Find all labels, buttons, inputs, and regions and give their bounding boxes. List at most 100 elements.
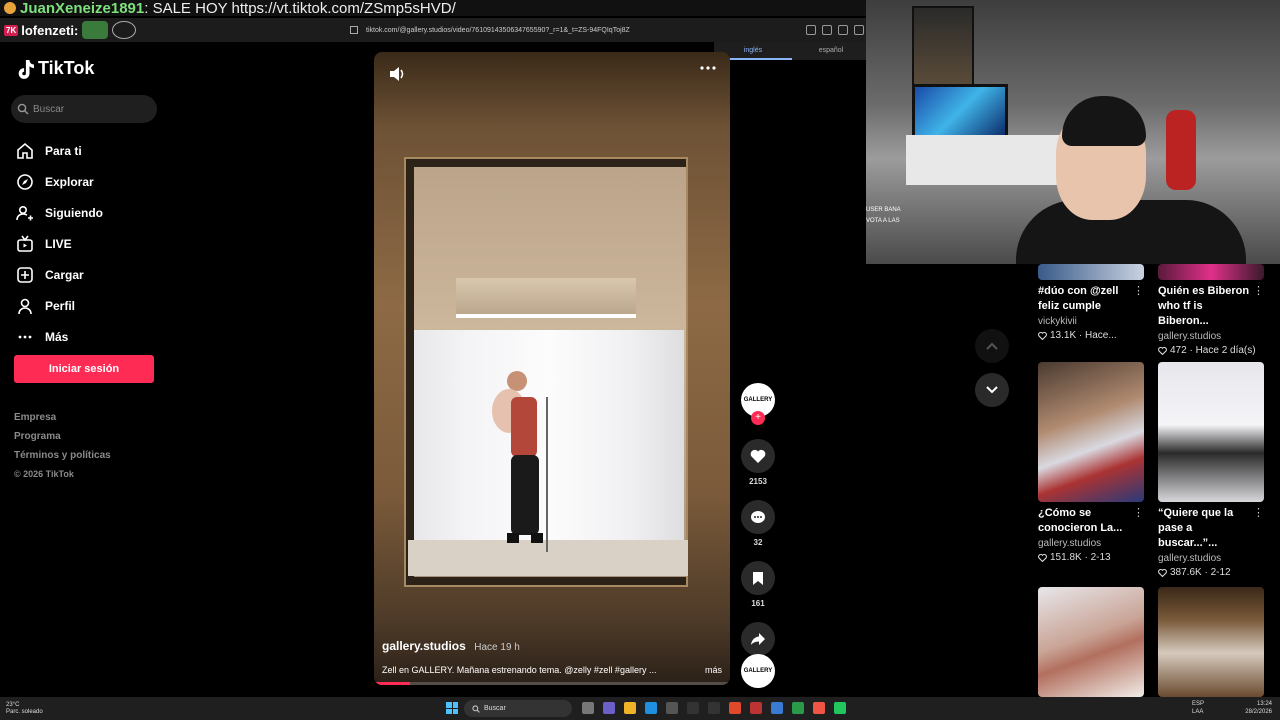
volume-icon[interactable] [388,66,406,82]
profile-icon [18,298,32,314]
nav-item-live[interactable]: LIVE [16,228,103,259]
zoom-icon[interactable] [822,25,832,35]
translate-to-tab[interactable]: español [792,42,870,60]
related-video-card[interactable]: ¿Cómo se conocieron La... ⋮ gallery.stud… [1038,362,1154,563]
tiktok-logo-icon [18,59,34,79]
card-more-icon[interactable]: ⋮ [1253,506,1264,519]
video-player[interactable]: gallery.studios Hace 19 h Zell en GALLER… [374,52,730,685]
like-button[interactable] [741,439,775,473]
browser-address-bar: 7K lofenzeti: tiktok.com/@gallery.studio… [0,18,870,42]
emote-icon [82,21,109,39]
more-icon [18,335,32,338]
follow-plus-icon[interactable]: + [751,411,765,425]
footer-link-programa[interactable]: Programa [14,431,111,450]
streamer-name: lofenzeti: [21,22,79,38]
weather-widget[interactable]: 23°C Parc. soleado [0,702,80,716]
taskbar-search[interactable]: Buscar [464,700,572,717]
login-button[interactable]: Iniciar sesión [14,355,154,383]
chevron-down-icon [986,386,998,394]
app-icon[interactable] [687,702,699,714]
sidebar: TikTok Buscar Para ti Explorar Siguiendo… [0,42,180,692]
nav-item-cargar[interactable]: Cargar [16,259,103,290]
heart-outline-icon [1038,553,1047,562]
video-author[interactable]: gallery.studios [382,639,466,653]
related-video-card[interactable]: “Quiere que la pase a buscar...”... ⋮ ga… [1158,362,1274,578]
video-thumbnail[interactable] [1158,587,1264,697]
nav-item-siguiendo[interactable]: Siguiendo [16,197,103,228]
nav-item-perfil[interactable]: Perfil [16,290,103,321]
card-more-icon[interactable]: ⋮ [1253,284,1264,297]
footer-links: Empresa Programa Términos y políticas © … [14,412,111,488]
search-input[interactable]: Buscar [11,95,157,123]
share-button[interactable] [741,622,775,656]
app-icon[interactable] [708,702,720,714]
nav-item-para-ti[interactable]: Para ti [16,135,103,166]
card-stats-text: 472 · Hace 2 día(s) [1170,345,1256,356]
video-thumbnail[interactable] [1038,264,1144,280]
start-icon[interactable] [446,702,458,714]
related-video-card[interactable]: Quién es Biberon who tf is Biberon... ⋮ … [1158,264,1274,356]
card-stats: 387.6K · 2-12 [1158,567,1274,578]
app-icon[interactable] [834,702,846,714]
card-author[interactable]: gallery.studios [1038,538,1154,549]
save-button[interactable] [741,561,775,595]
language-indicator[interactable]: ESP LAA [1192,700,1204,716]
search-icon [17,103,29,115]
next-video-button[interactable] [975,373,1009,407]
more-link[interactable]: más [705,665,722,675]
language-code: ESP [1192,701,1205,707]
store-icon[interactable] [666,702,678,714]
card-title[interactable]: ¿Cómo se conocieron La... [1038,506,1134,536]
related-video-card[interactable] [1158,587,1274,697]
card-author[interactable]: vickykivii [1038,316,1154,327]
footer-link-terminos[interactable]: Términos y políticas [14,450,111,469]
app-icon[interactable] [792,702,804,714]
card-stats-text: 387.6K · 2-12 [1170,567,1231,578]
related-video-card[interactable] [1038,587,1154,697]
video-progress[interactable] [374,682,730,685]
comment-action: 32 [738,500,778,547]
extensions-icon[interactable] [854,25,864,35]
chrome-icon[interactable] [813,702,825,714]
webcam-chat-line: VOTA A LAS [866,218,900,224]
video-thumbnail[interactable] [1038,587,1144,697]
previous-video-button[interactable] [975,329,1009,363]
card-more-icon[interactable]: ⋮ [1133,506,1144,519]
folder-icon[interactable] [624,702,636,714]
video-caption: gallery.studios Hace 19 h [382,637,722,655]
card-title[interactable]: “Quiere que la pase a buscar...”... [1158,506,1254,551]
heart-outline-icon [1158,346,1167,355]
taskbar-search-label: Buscar [484,705,506,712]
teams-icon[interactable] [603,702,615,714]
more-options-icon[interactable] [700,66,716,70]
video-thumbnail[interactable] [1158,362,1264,502]
related-video-card[interactable]: #dúo con @zell feliz cumple ⋮ vickykivii… [1038,264,1154,341]
edge-icon[interactable] [645,702,657,714]
url-field[interactable]: tiktok.com/@gallery.studios/video/761091… [366,27,806,34]
card-author[interactable]: gallery.studios [1158,553,1274,564]
taskview-icon[interactable] [582,702,594,714]
clock[interactable]: 13:24 28/2/2026 [1245,700,1272,716]
card-more-icon[interactable]: ⋮ [1133,284,1144,297]
nav-label: Perfil [45,298,76,313]
site-info-icon[interactable] [350,26,358,34]
card-stats-text: 151.8K · 2-13 [1050,552,1111,563]
browser-tools [806,25,864,35]
bookmark-icon[interactable] [838,25,848,35]
brave-icon[interactable] [729,702,741,714]
app-icon[interactable] [750,702,762,714]
nav-item-explorar[interactable]: Explorar [16,166,103,197]
translate-icon[interactable] [806,25,816,35]
video-description: Zell en GALLERY. Mañana estrenando tema.… [382,665,657,675]
tiktok-logo[interactable]: TikTok [16,58,94,79]
comment-button[interactable] [741,500,775,534]
card-author[interactable]: gallery.studios [1158,331,1274,342]
card-title[interactable]: #dúo con @zell feliz cumple [1038,284,1134,314]
video-thumbnail[interactable] [1158,264,1264,280]
card-title[interactable]: Quién es Biberon who tf is Biberon... [1158,284,1254,329]
app-icon[interactable] [771,702,783,714]
music-disc-avatar[interactable]: GALLERY [741,654,775,688]
nav-item-mas[interactable]: Más [16,321,103,352]
video-thumbnail[interactable] [1038,362,1144,502]
footer-link-empresa[interactable]: Empresa [14,412,111,431]
